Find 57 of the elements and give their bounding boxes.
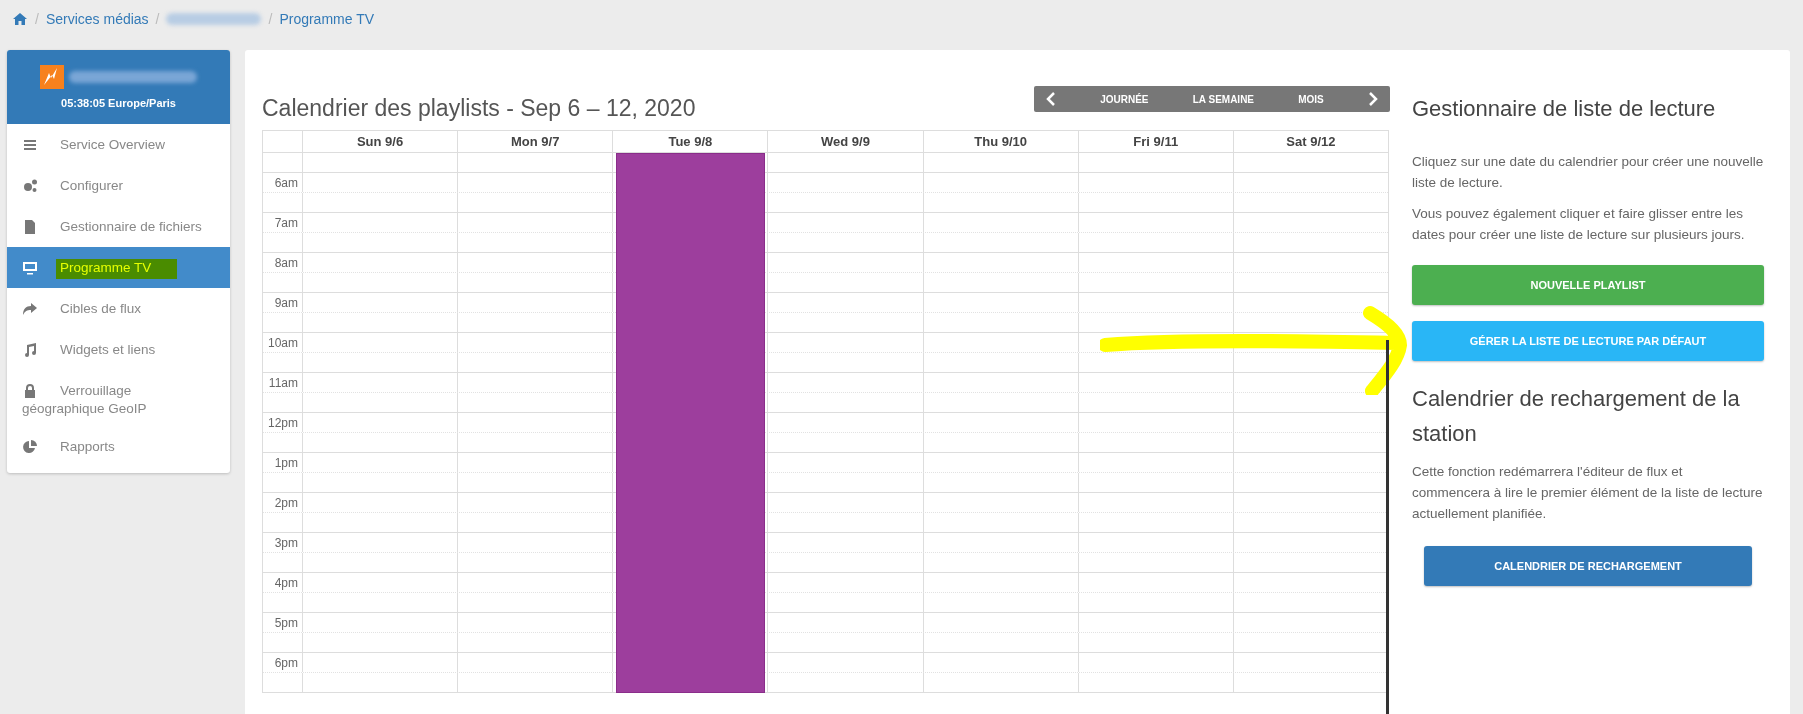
day-header: Thu 9/10 — [923, 131, 1079, 152]
time-label: 1pm — [274, 456, 298, 470]
section-title: Calendrier de rechargement de la station — [1412, 384, 1741, 448]
home-icon[interactable] — [12, 12, 28, 26]
day-header: Sat 9/12 — [1285, 133, 1337, 151]
share-arrow-icon — [22, 301, 38, 317]
music-note-icon — [22, 342, 38, 358]
new-playlist-button[interactable]: NOUVELLE PLAYLIST — [1412, 264, 1764, 305]
station-logo-icon — [40, 65, 64, 89]
time-label: 6am — [274, 176, 298, 190]
sidebar-item[interactable]: Gestionnaire de fichiers — [7, 206, 230, 247]
file-icon — [22, 219, 38, 235]
station-time: 05:38:05 Europe/Paris — [61, 97, 176, 109]
sidebar-item[interactable]: Widgets et liens — [7, 329, 230, 370]
view-button[interactable]: JOURNÉE — [1088, 86, 1161, 112]
pie-chart-icon — [22, 439, 38, 455]
help-text: Cliquez sur une date du calendrier pour créer une nouvelle liste de lecture. — [1412, 152, 1764, 192]
reload-schedule-button[interactable]: CALENDRIER DE RECHARGEMENT — [1424, 546, 1752, 587]
sidebar-item[interactable]: Rapports — [7, 426, 230, 467]
default-playlist-button[interactable]: GÉRER LA LISTE DE LECTURE PAR DÉFAUT — [1412, 320, 1764, 361]
menu-icon — [22, 137, 38, 153]
time-label: 3pm — [274, 536, 298, 550]
time-label: 4pm — [274, 576, 298, 590]
day-header: Fri 9/11 — [1078, 131, 1234, 152]
sidebar-item[interactable]: Service Overview — [7, 124, 230, 165]
help-text: Cette fonction redémarrera l'éditeur de flux et commencera à lire le premier élément de la liste de lecture actuellement planifiée. — [1412, 463, 1764, 524]
time-label: 11am — [268, 376, 298, 390]
day-header: Sun 9/6 — [303, 131, 459, 152]
view-button[interactable]: MOIS — [1286, 86, 1336, 112]
time-label: 6pm — [274, 656, 298, 670]
breadcrumb-separator: / — [155, 11, 160, 27]
day-header: Tue 9/8 — [613, 131, 769, 152]
breadcrumb-link[interactable]: Services médias — [45, 11, 149, 27]
time-label: 5pm — [274, 616, 298, 630]
chevron-right-icon — [1368, 92, 1378, 106]
section-title: Gestionnaire de liste de lecture — [1412, 95, 1717, 123]
sidebar-item[interactable]: Configurer — [7, 165, 230, 206]
calendar-title: Calendrier des playlists - Sep 6 – 12, 2020 — [262, 95, 696, 122]
sidebar-item[interactable]: Programme TV — [7, 247, 230, 288]
day-header: Wed 9/9 — [768, 131, 924, 152]
lock-icon — [22, 383, 38, 399]
sidebar-item[interactable]: Verrouillage géographique GeoIP — [7, 370, 230, 426]
breadcrumb-separator: / — [268, 11, 273, 27]
help-text: Vous pouvez également cliquer et faire glisser entre les dates pour créer une liste de lecture sur plusieurs jours. — [1412, 204, 1746, 244]
breadcrumb-separator: / — [35, 11, 39, 27]
time-label: 8am — [274, 256, 298, 270]
day-header: Mon 9/7 — [458, 131, 614, 152]
breadcrumb-link[interactable]: Programme TV — [279, 11, 375, 27]
sidebar-item[interactable]: Cibles de flux — [7, 288, 230, 329]
chevron-left-icon — [1046, 92, 1056, 106]
time-label: 7am — [274, 216, 298, 230]
time-label: 9am — [274, 296, 298, 310]
monitor-icon — [22, 260, 38, 276]
time-label: 12pm — [267, 416, 298, 430]
time-label: 2pm — [274, 496, 298, 510]
view-button[interactable]: LA SEMAINE — [1180, 86, 1267, 112]
time-label: 10am — [267, 336, 298, 350]
